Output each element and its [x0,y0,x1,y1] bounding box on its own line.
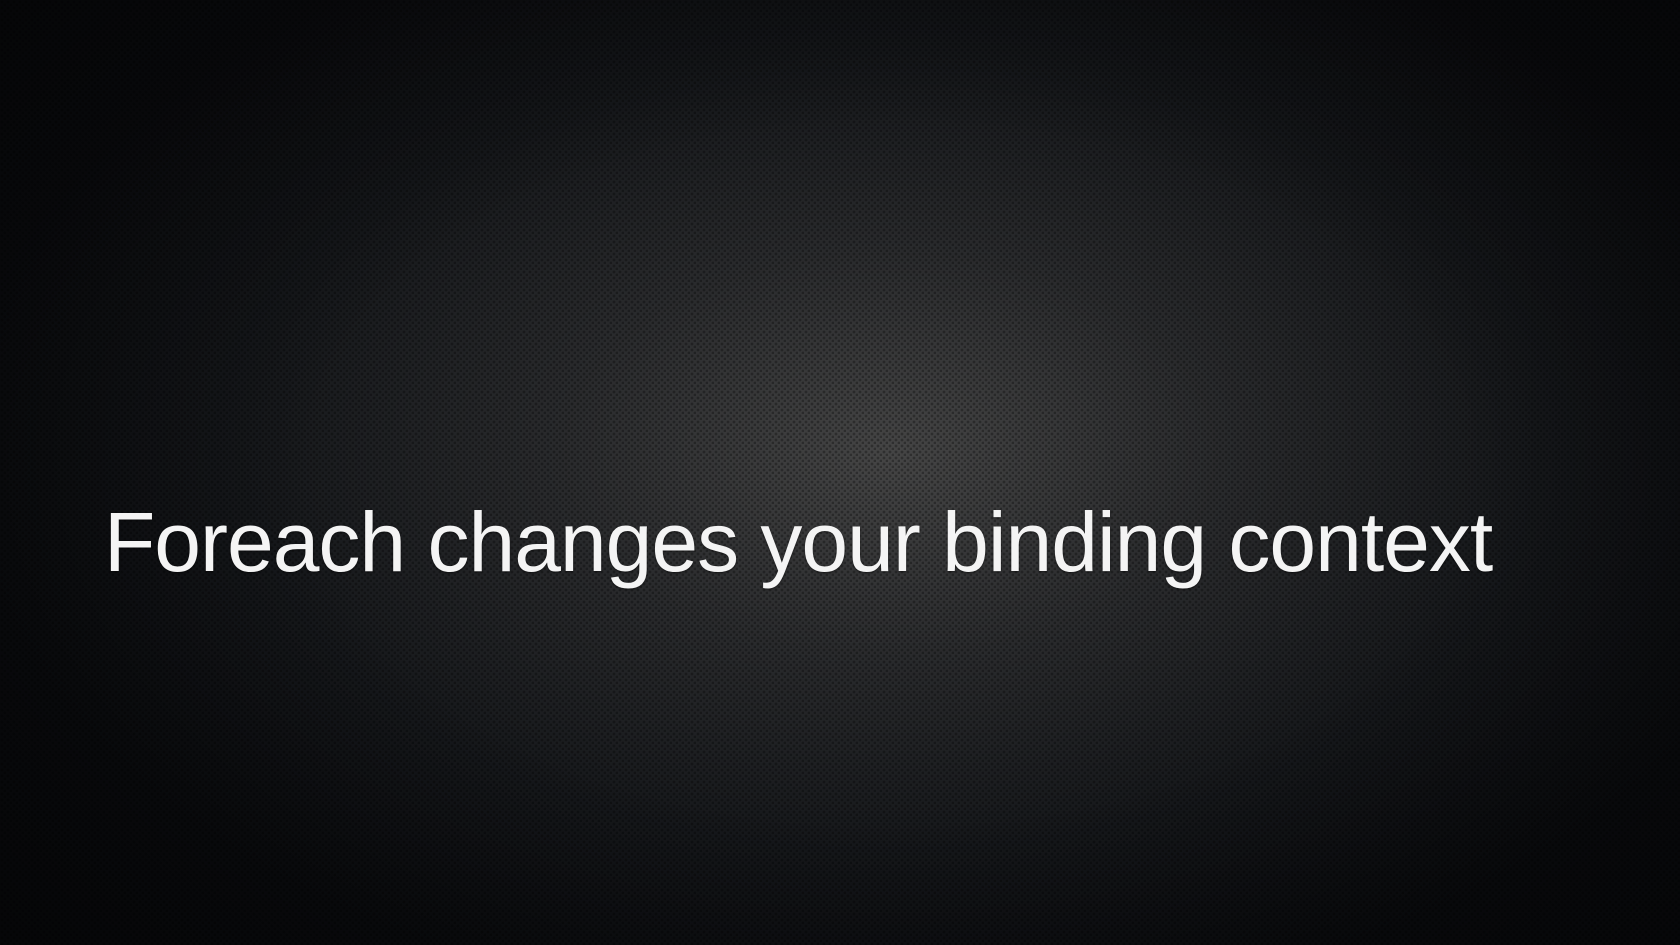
presentation-slide: Foreach changes your binding context [0,0,1680,945]
perforated-metal-texture [0,0,1680,945]
background-vignette [0,0,1680,945]
slide-title: Foreach changes your binding context [104,495,1493,589]
